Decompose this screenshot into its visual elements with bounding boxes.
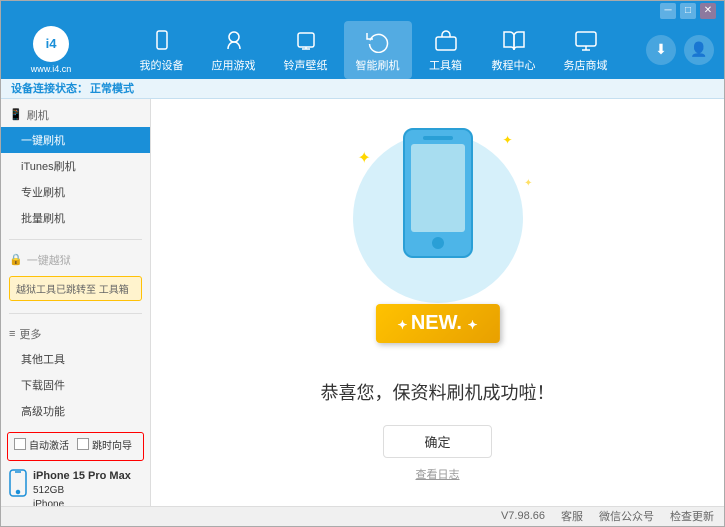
sidebar-section-flash: 📱 刷机 一键刷机 iTunes刷机 专业刷机 批量刷机 — [1, 99, 150, 235]
footer-link-wechat[interactable]: 微信公众号 — [599, 508, 654, 524]
nav-apps-games-label: 应用游戏 — [212, 57, 256, 73]
device-storage: 512GB — [33, 484, 131, 498]
sidebar-item-download-firmware[interactable]: 下载固件 — [1, 372, 150, 398]
title-bar: ─ □ ✕ — [1, 1, 724, 21]
sidebar-item-other-tools[interactable]: 其他工具 — [1, 346, 150, 372]
auto-activate-label[interactable]: 自动激活 — [14, 437, 69, 452]
device-phone-icon — [9, 469, 27, 502]
device-type: iPhone — [33, 498, 131, 506]
auto-activate-text: 自动激活 — [29, 437, 69, 452]
header: i4 www.i4.cn 我的设备 应用游戏 铃声壁纸 — [1, 21, 724, 79]
sidebar-section-more-label: 更多 — [19, 326, 41, 342]
sidebar-divider-1 — [9, 239, 142, 240]
sparkle-right: ✦ — [524, 178, 532, 189]
time-guide-text: 跳时向导 — [92, 437, 132, 452]
ringtones-icon — [292, 27, 320, 55]
sidebar: 📱 刷机 一键刷机 iTunes刷机 专业刷机 批量刷机 🔒 一键越狱 — [1, 99, 151, 506]
time-guide-checkbox[interactable] — [77, 438, 89, 450]
phone-body — [403, 128, 473, 258]
nav-smart-flash-label: 智能刷机 — [356, 57, 400, 73]
device-name: iPhone 15 Pro Max — [33, 469, 131, 484]
status-value: 正常模式 — [90, 80, 134, 96]
toolbox-icon — [432, 27, 460, 55]
tutorial-icon — [500, 27, 528, 55]
nav-my-device[interactable]: 我的设备 — [128, 21, 196, 79]
device-section: 自动激活 跳时向导 iPhone 15 Pro Max 512GB — [1, 428, 150, 506]
nav-service-label: 务店商域 — [564, 57, 608, 73]
success-message: 恭喜您，保资料刷机成功啦！ — [321, 379, 555, 405]
sidebar-item-pro-flash[interactable]: 专业刷机 — [1, 179, 150, 205]
device-details: iPhone 15 Pro Max 512GB iPhone — [33, 469, 131, 506]
nav-toolbox[interactable]: 工具箱 — [416, 21, 476, 79]
sidebar-jailbreak-header: 🔒 一键越狱 — [1, 248, 150, 272]
sidebar-more-header: ≡ 更多 — [1, 322, 150, 346]
nav-bar: 我的设备 应用游戏 铃声壁纸 智能刷机 — [101, 21, 646, 79]
phone-home — [432, 237, 444, 249]
sidebar-item-one-key-flash[interactable]: 一键刷机 — [1, 127, 150, 153]
sidebar-section-flash-label: 刷机 — [27, 107, 49, 123]
logo-url: www.i4.cn — [31, 64, 72, 74]
auto-options-row: 自动激活 跳时向导 — [14, 437, 137, 452]
flash-section-icon: 📱 — [9, 108, 23, 121]
success-illustration: ✦ NEW. ✦ ✦ ✦ ✦ — [328, 123, 548, 363]
minimize-button[interactable]: ─ — [660, 3, 676, 19]
status-label: 设备连接状态： — [11, 80, 88, 96]
main-area: 📱 刷机 一键刷机 iTunes刷机 专业刷机 批量刷机 🔒 一键越狱 — [1, 99, 724, 506]
footer-link-update[interactable]: 检查更新 — [670, 508, 714, 524]
device-options-outline: 自动激活 跳时向导 — [7, 432, 144, 461]
sidebar-warning-text: 越狱工具已跳转至 工具箱 — [16, 285, 129, 296]
sidebar-section-jailbreak-label: 一键越狱 — [27, 252, 71, 268]
content-area: ✦ NEW. ✦ ✦ ✦ ✦ 恭喜您，保资料刷机成功啦！ 确定 查看日志 — [151, 99, 724, 506]
logo-icon: i4 — [33, 26, 69, 62]
nav-smart-flash[interactable]: 智能刷机 — [344, 21, 412, 79]
user-button[interactable]: 👤 — [684, 35, 714, 65]
nav-ringtones[interactable]: 铃声壁纸 — [272, 21, 340, 79]
sparkle-left: ✦ — [358, 148, 371, 168]
view-log-link[interactable]: 查看日志 — [416, 466, 460, 482]
star-right: ✦ — [468, 318, 478, 332]
nav-toolbox-label: 工具箱 — [429, 57, 462, 73]
service-icon — [572, 27, 600, 55]
nav-tutorial[interactable]: 教程中心 — [480, 21, 548, 79]
nav-apps-games[interactable]: 应用游戏 — [200, 21, 268, 79]
nav-service[interactable]: 务店商域 — [552, 21, 620, 79]
version-label: V7.98.66 — [501, 510, 545, 522]
sidebar-section-more: ≡ 更多 其他工具 下载固件 高级功能 — [1, 318, 150, 428]
close-button[interactable]: ✕ — [700, 3, 716, 19]
sparkle-top-right: ✦ — [502, 133, 512, 147]
device-info: iPhone 15 Pro Max 512GB iPhone — [1, 465, 150, 506]
auto-activate-checkbox[interactable] — [14, 438, 26, 450]
smart-flash-icon — [364, 27, 392, 55]
download-button[interactable]: ⬇ — [646, 35, 676, 65]
phone-illustration — [403, 128, 473, 258]
footer: V7.98.66 客服 微信公众号 检查更新 — [1, 506, 724, 526]
nav-ringtones-label: 铃声壁纸 — [284, 57, 328, 73]
phone-speaker — [423, 136, 453, 140]
nav-my-device-label: 我的设备 — [140, 57, 184, 73]
sidebar-section-jailbreak: 🔒 一键越狱 越狱工具已跳转至 工具箱 — [1, 244, 150, 309]
sidebar-item-advanced[interactable]: 高级功能 — [1, 398, 150, 424]
sidebar-item-itunes-flash[interactable]: iTunes刷机 — [1, 153, 150, 179]
my-device-icon — [148, 27, 176, 55]
star-left: ✦ — [397, 318, 410, 332]
banner-text: NEW. — [411, 312, 462, 334]
logo: i4 www.i4.cn — [11, 26, 91, 74]
confirm-button[interactable]: 确定 — [383, 425, 491, 458]
sidebar-section-flash-header: 📱 刷机 — [1, 103, 150, 127]
footer-link-support[interactable]: 客服 — [561, 508, 583, 524]
header-actions: ⬇ 👤 — [646, 35, 714, 65]
lock-icon: 🔒 — [9, 253, 23, 266]
sidebar-divider-2 — [9, 313, 142, 314]
status-bar: 设备连接状态： 正常模式 — [1, 79, 724, 99]
nav-tutorial-label: 教程中心 — [492, 57, 536, 73]
phone-screen — [411, 144, 465, 232]
maximize-button[interactable]: □ — [680, 3, 696, 19]
apps-games-icon — [220, 27, 248, 55]
time-guide-label[interactable]: 跳时向导 — [77, 437, 132, 452]
sidebar-item-batch-flash[interactable]: 批量刷机 — [1, 205, 150, 231]
more-section-icon: ≡ — [9, 328, 15, 340]
sidebar-warning-box: 越狱工具已跳转至 工具箱 — [9, 276, 142, 301]
new-banner: ✦ NEW. ✦ — [375, 304, 499, 343]
